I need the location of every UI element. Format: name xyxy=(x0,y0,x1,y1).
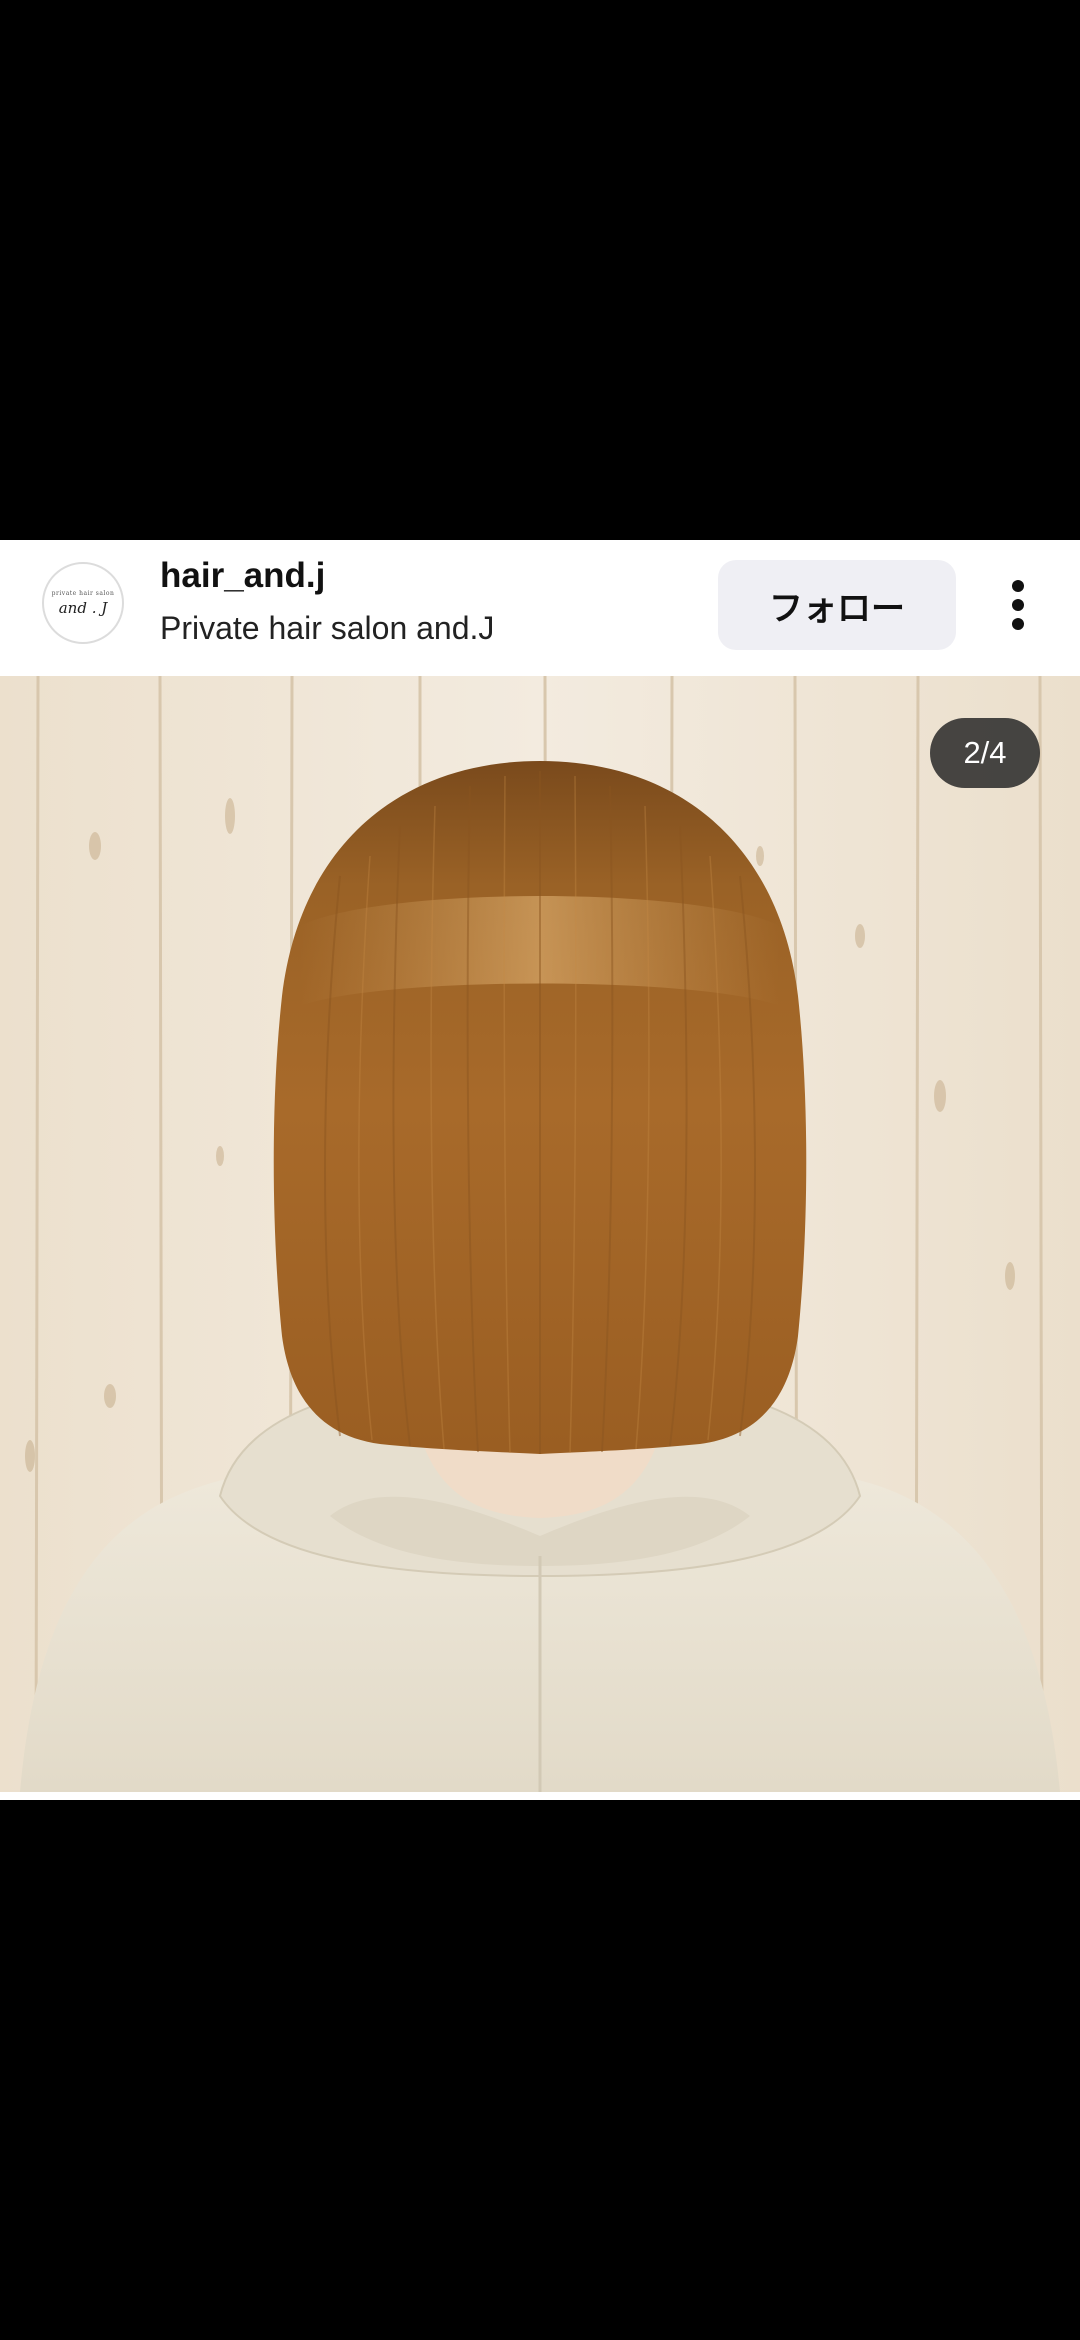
follow-button[interactable]: フォロー xyxy=(718,560,956,650)
avatar-tiny-text: private hair salon xyxy=(51,589,115,597)
post-header: private hair salon and . J hair_and.j Pr… xyxy=(0,540,1080,676)
photo-bottom-divider xyxy=(0,1792,1080,1800)
top-black-area xyxy=(0,0,1080,540)
more-vertical-icon xyxy=(1012,580,1024,630)
bottom-black-area xyxy=(0,1800,1080,2340)
more-options-button[interactable] xyxy=(996,570,1040,640)
account-subtitle[interactable]: Private hair salon and.J xyxy=(160,610,494,647)
post-photo[interactable]: 2/4 xyxy=(0,676,1080,1792)
page-indicator: 2/4 xyxy=(930,718,1040,788)
avatar-logo-text: and . J xyxy=(58,598,108,617)
username[interactable]: hair_and.j xyxy=(160,556,325,596)
screen: private hair salon and . J hair_and.j Pr… xyxy=(0,0,1080,2340)
avatar[interactable]: private hair salon and . J xyxy=(42,562,124,644)
hair-photo-illustration xyxy=(0,676,1080,1792)
